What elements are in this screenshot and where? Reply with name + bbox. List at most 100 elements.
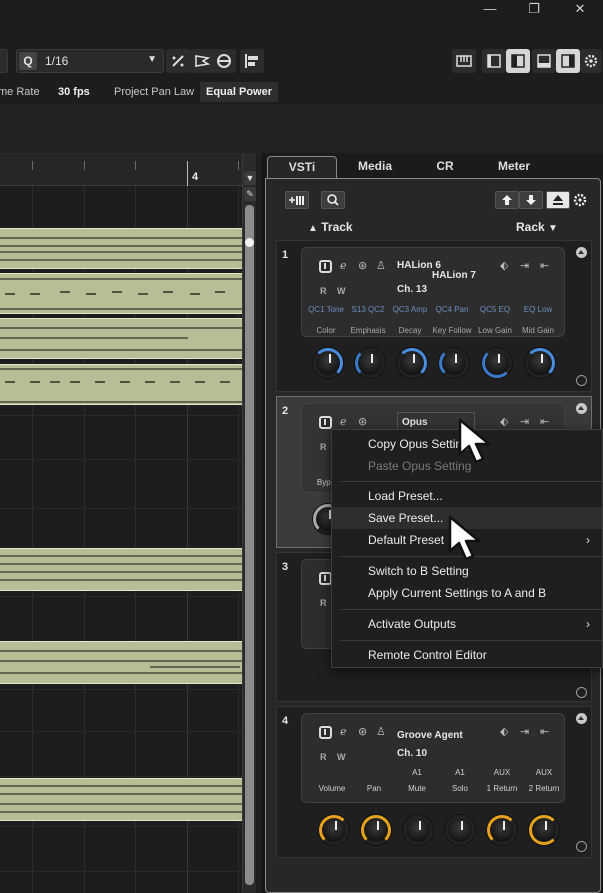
quick-control-knob[interactable] — [397, 348, 427, 378]
snap-icon[interactable] — [240, 49, 264, 73]
midi-part[interactable] — [0, 273, 242, 314]
quick-control-knob[interactable] — [439, 348, 469, 378]
quick-control-knob[interactable] — [482, 348, 512, 378]
pan-law-value[interactable]: Equal Power — [200, 82, 279, 102]
iterative-quantize-icon[interactable] — [190, 49, 214, 73]
instrument-connect-icon[interactable]: ⊛ — [358, 415, 367, 428]
collapse-slot-icon[interactable] — [576, 403, 587, 414]
keyboard-icon[interactable] — [452, 49, 476, 73]
midi-part[interactable] — [0, 641, 242, 684]
midi-icon[interactable]: ♙ — [376, 725, 386, 738]
sort-by-track[interactable]: ▲ Track — [308, 220, 353, 234]
qc-label: QC3 Amp — [392, 305, 428, 314]
instrument-connect-icon[interactable]: ⊛ — [358, 725, 367, 738]
settings-icon[interactable] — [580, 49, 602, 73]
power-icon[interactable] — [319, 260, 332, 273]
scroll-up-icon[interactable]: ▼ — [244, 171, 256, 185]
slot-clock-icon[interactable] — [576, 687, 587, 698]
vertical-scrollbar[interactable]: ▼ ✎ — [242, 153, 256, 893]
collapse-slot-icon[interactable] — [576, 247, 587, 258]
zoom-edit-icon[interactable]: ✎ — [244, 187, 256, 201]
quick-control-knob[interactable] — [361, 815, 391, 845]
quick-control-knob[interactable] — [487, 815, 517, 845]
toolbar-left-button[interactable] — [0, 49, 8, 73]
midi-part[interactable] — [0, 318, 242, 359]
frame-rate-value[interactable]: 30 fps — [58, 82, 90, 102]
tab-meter[interactable]: Meter — [489, 156, 539, 178]
move-up-button[interactable] — [495, 191, 519, 209]
close-icon[interactable]: ✕ — [560, 0, 600, 20]
output-icon[interactable]: ⇤ — [540, 725, 549, 738]
write-icon[interactable]: W — [337, 752, 346, 762]
menu-item-apply-ab[interactable]: Apply Current Settings to A and B — [332, 582, 602, 604]
add-track-icon — [289, 196, 304, 205]
quick-control-knob[interactable] — [445, 815, 475, 845]
quick-control-knob[interactable] — [529, 815, 559, 845]
input-icon[interactable]: ⇥ — [520, 725, 529, 738]
preset-icon[interactable]: ⬖ — [500, 259, 508, 272]
output-icon[interactable]: ⇤ — [540, 259, 549, 272]
slot-clock-icon[interactable] — [576, 375, 587, 386]
add-instrument-button[interactable] — [285, 191, 309, 209]
preset-icon[interactable]: ⬖ — [500, 725, 508, 738]
rack-settings-gear-icon[interactable] — [571, 191, 589, 209]
read-icon[interactable]: R — [320, 286, 327, 296]
preset-name[interactable]: Ch. 10 — [397, 748, 427, 759]
preset-name[interactable]: Ch. 13 — [397, 284, 427, 295]
search-button[interactable] — [321, 191, 345, 209]
power-icon[interactable] — [319, 726, 332, 739]
tab-media[interactable]: Media — [345, 156, 405, 178]
edit-icon[interactable]: ℯ — [340, 415, 347, 428]
tab-vsti[interactable]: VSTi — [267, 156, 337, 178]
sort-by-rack[interactable]: Rack ▼ — [516, 220, 558, 234]
scroll-thumb[interactable] — [245, 205, 254, 885]
collapse-all-button[interactable] — [546, 191, 570, 209]
input-icon[interactable]: ⇥ — [520, 259, 529, 272]
instrument-slot-4[interactable]: 4 ℯ ⊛ ♙ Groove Agent Ch. 10 ⬖ ⇥ ⇤ R W A1… — [276, 706, 592, 858]
quick-control-knob[interactable] — [319, 815, 349, 845]
instrument-slot-1[interactable]: 1 ℯ ⊛ ♙ HALion 6 HALion 7 Ch. 13 ⬖ ⇥ ⇤ R… — [276, 240, 592, 392]
menu-item-load-preset[interactable]: Load Preset... — [332, 485, 602, 507]
preset-icon[interactable]: ⬖ — [500, 415, 508, 428]
write-icon[interactable]: W — [337, 286, 346, 296]
input-icon[interactable]: ⇥ — [520, 415, 529, 428]
menu-item-activate-outputs[interactable]: Activate Outputs › — [332, 613, 602, 635]
instrument-connect-icon[interactable]: ⊛ — [358, 259, 367, 272]
right-zone-toggle[interactable] — [556, 49, 580, 73]
menu-item-remote-control-editor[interactable]: Remote Control Editor — [332, 644, 602, 666]
midi-part[interactable] — [0, 778, 242, 821]
quick-control-knob[interactable] — [403, 815, 433, 845]
move-down-button[interactable] — [519, 191, 543, 209]
edit-icon[interactable]: ℯ — [340, 259, 347, 272]
collapse-slot-icon[interactable] — [576, 713, 587, 724]
qc-param: Key Follow — [432, 326, 472, 335]
midi-part[interactable] — [0, 548, 242, 591]
read-icon[interactable]: R — [320, 752, 327, 762]
left-zone-toggle[interactable] — [482, 49, 506, 73]
quantize-mode-icon[interactable] — [166, 49, 190, 73]
toolbar-spacer — [0, 105, 603, 153]
lower-zone-toggle[interactable] — [532, 49, 556, 73]
event-display[interactable] — [0, 186, 242, 893]
output-icon[interactable]: ⇤ — [540, 415, 549, 428]
inspector-toggle[interactable] — [506, 49, 530, 73]
midi-part[interactable] — [0, 364, 242, 405]
edit-e-icon[interactable] — [212, 49, 236, 73]
read-icon[interactable]: R — [320, 598, 327, 608]
quick-control-knob[interactable] — [313, 348, 343, 378]
edit-icon[interactable]: ℯ — [340, 725, 347, 738]
timeline-ruler[interactable]: 4 — [0, 153, 242, 186]
qc-label: QC5 EQ — [479, 305, 511, 314]
maximize-icon[interactable]: ❐ — [514, 0, 554, 20]
quick-control-knob[interactable] — [355, 348, 385, 378]
tab-cr[interactable]: CR — [425, 156, 465, 178]
minimize-icon[interactable]: — — [470, 0, 510, 20]
midi-part[interactable] — [0, 228, 242, 269]
read-icon[interactable]: R — [320, 442, 327, 452]
quick-control-knob[interactable] — [525, 348, 555, 378]
power-icon[interactable] — [319, 416, 332, 429]
slot-clock-icon[interactable] — [576, 841, 587, 852]
quantize-selector[interactable]: Q 1/16 ▼ — [16, 49, 164, 73]
zoom-knob[interactable] — [245, 238, 254, 247]
midi-icon[interactable]: ♙ — [376, 259, 386, 272]
